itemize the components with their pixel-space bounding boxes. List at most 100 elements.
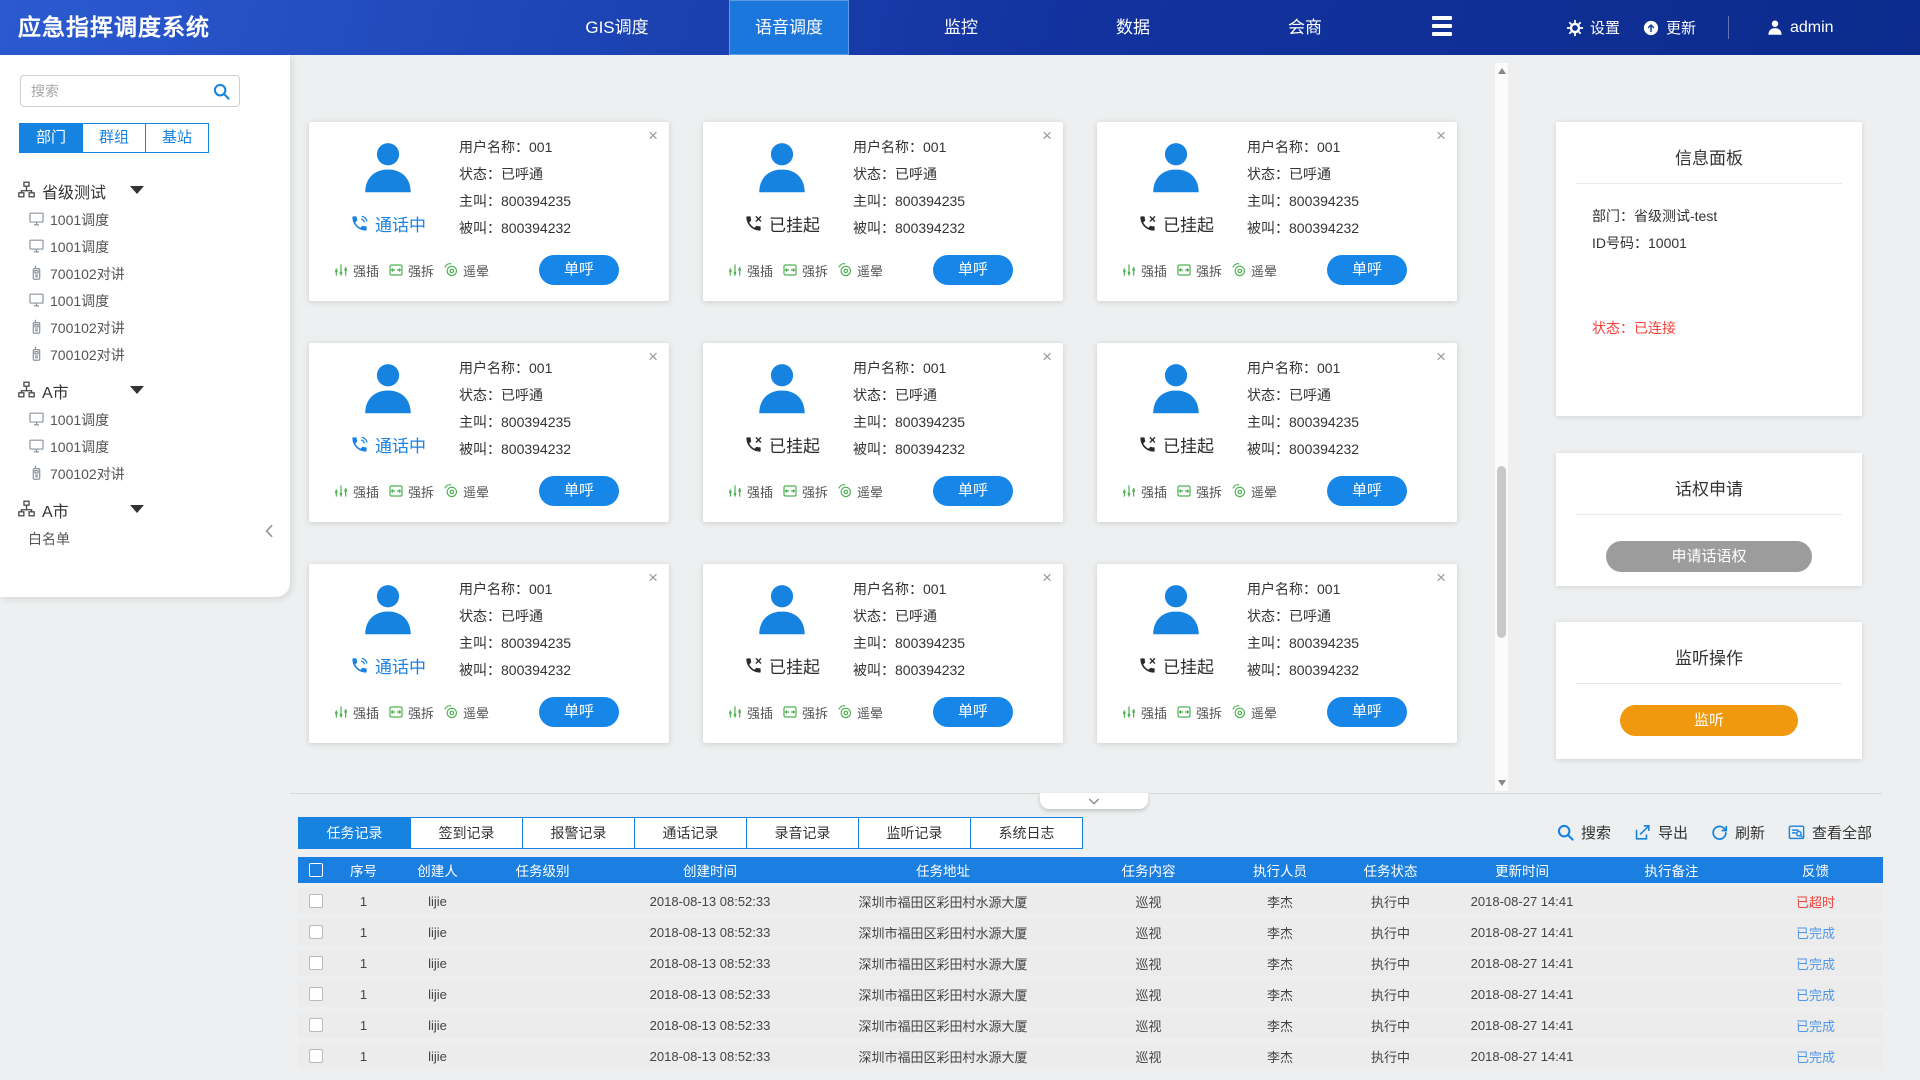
close-icon[interactable]: ×: [1042, 348, 1052, 365]
remote-stun-button[interactable]: 遥晕: [837, 482, 883, 501]
force-break-button[interactable]: 强拆: [1176, 482, 1222, 501]
force-break-button[interactable]: 强拆: [388, 703, 434, 722]
force-insert-button[interactable]: 强插: [333, 261, 379, 280]
close-icon[interactable]: ×: [1436, 569, 1446, 586]
scroll-down-icon[interactable]: [1498, 780, 1506, 786]
sidebar-tab[interactable]: 群组: [82, 123, 146, 153]
tree-group[interactable]: 省级测试: [0, 173, 290, 205]
record-tab[interactable]: 录音记录: [746, 817, 859, 849]
force-break-button[interactable]: 强拆: [782, 482, 828, 501]
force-insert-button[interactable]: 强插: [1121, 261, 1167, 280]
force-insert-button[interactable]: 强插: [727, 261, 773, 280]
close-icon[interactable]: ×: [648, 569, 658, 586]
request-floor-button[interactable]: 申请话语权: [1606, 541, 1812, 572]
tree-item[interactable]: 1001调度: [0, 232, 290, 259]
single-call-button[interactable]: 单呼: [539, 255, 619, 285]
remote-stun-button[interactable]: 遥晕: [443, 703, 489, 722]
remote-stun-button[interactable]: 遥晕: [1231, 482, 1277, 501]
close-icon[interactable]: ×: [648, 348, 658, 365]
sidebar-collapse-button[interactable]: [260, 521, 280, 549]
export-button[interactable]: 导出: [1633, 822, 1688, 843]
tree-item[interactable]: 700102对讲: [0, 313, 290, 340]
main-scrollbar[interactable]: [1494, 62, 1509, 792]
sidebar-tab[interactable]: 部门: [19, 123, 83, 153]
tree-item[interactable]: 1001调度: [0, 405, 290, 432]
tree-item[interactable]: 1001调度: [0, 205, 290, 232]
tree-group[interactable]: A市: [0, 373, 290, 405]
remote-stun-button[interactable]: 遥晕: [1231, 703, 1277, 722]
record-tab[interactable]: 任务记录: [298, 817, 411, 849]
remote-stun-button[interactable]: 遥晕: [443, 482, 489, 501]
feedback-link[interactable]: 已完成: [1796, 1050, 1835, 1065]
top-nav-item[interactable]: 监控: [875, 0, 1047, 55]
row-checkbox[interactable]: [309, 956, 323, 970]
tree-item[interactable]: 1001调度: [0, 286, 290, 313]
row-checkbox[interactable]: [309, 987, 323, 1001]
close-icon[interactable]: ×: [1436, 127, 1446, 144]
top-nav-item[interactable]: 数据: [1047, 0, 1219, 55]
tree-item[interactable]: 700102对讲: [0, 259, 290, 286]
force-break-button[interactable]: 强拆: [782, 261, 828, 280]
force-insert-button[interactable]: 强插: [333, 703, 379, 722]
tree-item[interactable]: 1001调度: [0, 432, 290, 459]
user-menu[interactable]: admin: [1766, 0, 1834, 55]
single-call-button[interactable]: 单呼: [1327, 476, 1407, 506]
search-input[interactable]: [31, 77, 209, 105]
remote-stun-button[interactable]: 遥晕: [443, 261, 489, 280]
row-checkbox[interactable]: [309, 925, 323, 939]
force-break-button[interactable]: 强拆: [388, 261, 434, 280]
force-break-button[interactable]: 强拆: [1176, 703, 1222, 722]
panel-collapse-handle[interactable]: [1040, 793, 1148, 809]
record-tab[interactable]: 签到记录: [410, 817, 523, 849]
tree-item[interactable]: 700102对讲: [0, 340, 290, 367]
single-call-button[interactable]: 单呼: [539, 697, 619, 727]
top-nav-item[interactable]: GIS调度: [531, 0, 703, 55]
row-checkbox[interactable]: [309, 1018, 323, 1032]
settings-button[interactable]: 设置: [1566, 0, 1620, 55]
record-tab[interactable]: 报警记录: [522, 817, 635, 849]
monitor-button[interactable]: 监听: [1620, 705, 1798, 736]
remote-stun-button[interactable]: 遥晕: [1231, 261, 1277, 280]
force-break-button[interactable]: 强拆: [782, 703, 828, 722]
caret-down-icon[interactable]: [130, 505, 144, 513]
search-icon[interactable]: [212, 82, 231, 101]
single-call-button[interactable]: 单呼: [1327, 697, 1407, 727]
select-all-checkbox[interactable]: [309, 863, 323, 877]
record-tab[interactable]: 通话记录: [634, 817, 747, 849]
force-insert-button[interactable]: 强插: [727, 482, 773, 501]
record-tab[interactable]: 系统日志: [970, 817, 1083, 849]
remote-stun-button[interactable]: 遥晕: [837, 703, 883, 722]
tree-group[interactable]: A市: [0, 492, 290, 524]
feedback-link[interactable]: 已完成: [1796, 957, 1835, 972]
close-icon[interactable]: ×: [1042, 127, 1052, 144]
tree-item[interactable]: 白名单: [0, 524, 290, 551]
feedback-link[interactable]: 已完成: [1796, 1019, 1835, 1034]
close-icon[interactable]: ×: [1042, 569, 1052, 586]
single-call-button[interactable]: 单呼: [1327, 255, 1407, 285]
force-insert-button[interactable]: 强插: [1121, 703, 1167, 722]
force-break-button[interactable]: 强拆: [1176, 261, 1222, 280]
caret-down-icon[interactable]: [130, 386, 144, 394]
row-checkbox[interactable]: [309, 1049, 323, 1063]
record-tab[interactable]: 监听记录: [858, 817, 971, 849]
top-nav-item[interactable]: 语音调度: [703, 0, 875, 55]
force-break-button[interactable]: 强拆: [388, 482, 434, 501]
force-insert-button[interactable]: 强插: [333, 482, 379, 501]
force-insert-button[interactable]: 强插: [727, 703, 773, 722]
single-call-button[interactable]: 单呼: [933, 697, 1013, 727]
tree-item[interactable]: 700102对讲: [0, 459, 290, 486]
feedback-link[interactable]: 已完成: [1796, 988, 1835, 1003]
force-insert-button[interactable]: 强插: [1121, 482, 1167, 501]
single-call-button[interactable]: 单呼: [539, 476, 619, 506]
single-call-button[interactable]: 单呼: [933, 476, 1013, 506]
feedback-link[interactable]: 已超时: [1796, 895, 1835, 910]
single-call-button[interactable]: 单呼: [933, 255, 1013, 285]
viewall-button[interactable]: 查看全部: [1787, 822, 1872, 843]
scroll-up-icon[interactable]: [1498, 68, 1506, 74]
row-checkbox[interactable]: [309, 894, 323, 908]
feedback-link[interactable]: 已完成: [1796, 926, 1835, 941]
update-button[interactable]: 更新: [1642, 0, 1696, 55]
close-icon[interactable]: ×: [648, 127, 658, 144]
menu-icon[interactable]: [1432, 16, 1452, 40]
remote-stun-button[interactable]: 遥晕: [837, 261, 883, 280]
